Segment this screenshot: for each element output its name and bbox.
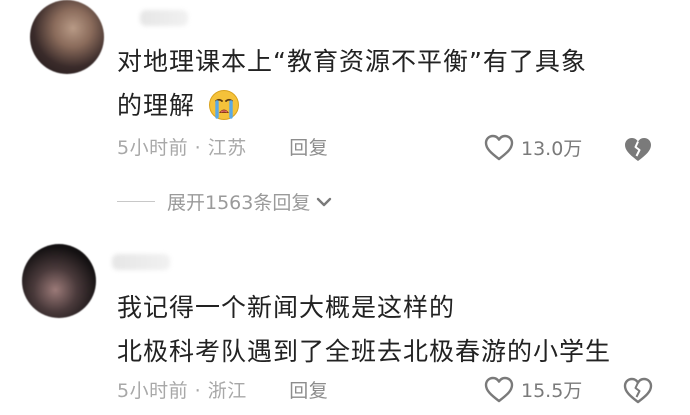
chevron-down-icon: [317, 197, 332, 206]
comment-item-2: 我记得一个新闻大概是这样的 北极科考队遇到了全班去北极春游的小学生 5小时前 ·…: [0, 236, 690, 415]
dislike-button[interactable]: [623, 135, 653, 163]
heart-icon: [484, 376, 514, 403]
expand-replies-button[interactable]: 展开1563条回复: [117, 188, 332, 215]
broken-heart-icon: [623, 377, 653, 404]
loudly-crying-face-icon: [208, 89, 240, 135]
avatar[interactable]: [22, 244, 96, 318]
comment-text-line-2: 北极科考队遇到了全班去北极春游的小学生: [117, 337, 612, 366]
comment-meta: 5小时前 · 江苏 回复: [117, 133, 328, 160]
like-button[interactable]: 15.5万: [484, 376, 582, 403]
like-button[interactable]: 13.0万: [484, 134, 582, 161]
time-location: 5小时前 · 浙江: [117, 380, 247, 402]
broken-heart-icon: [625, 138, 651, 161]
avatar[interactable]: [30, 0, 104, 74]
time-location: 5小时前 · 江苏: [117, 137, 247, 159]
heart-icon: [484, 134, 514, 161]
username-blurred[interactable]: [112, 254, 170, 270]
comment-text-line-2: 的理解: [117, 91, 196, 120]
comment-text-line-1: 我记得一个新闻大概是这样的: [117, 293, 456, 322]
username-blurred[interactable]: [140, 10, 188, 26]
expand-replies-label: 展开1563条回复: [167, 192, 311, 214]
reply-button[interactable]: 回复: [289, 137, 328, 159]
comment-text: 对地理课本上“教育资源不平衡”有了具象 的理解: [117, 40, 677, 135]
comment-text: 我记得一个新闻大概是这样的 北极科考队遇到了全班去北极春游的小学生: [117, 286, 677, 374]
like-count: 13.0万: [521, 138, 583, 160]
divider-line: [117, 201, 155, 202]
dislike-button[interactable]: [623, 376, 653, 404]
comment-meta: 5小时前 · 浙江 回复: [117, 376, 328, 403]
like-count: 15.5万: [521, 380, 583, 402]
comment-item-1: 对地理课本上“教育资源不平衡”有了具象 的理解 5小时前 · 江苏 回复 13.…: [0, 0, 690, 214]
reply-button[interactable]: 回复: [289, 380, 328, 402]
comment-text-line-1: 对地理课本上“教育资源不平衡”有了具象: [117, 47, 587, 76]
